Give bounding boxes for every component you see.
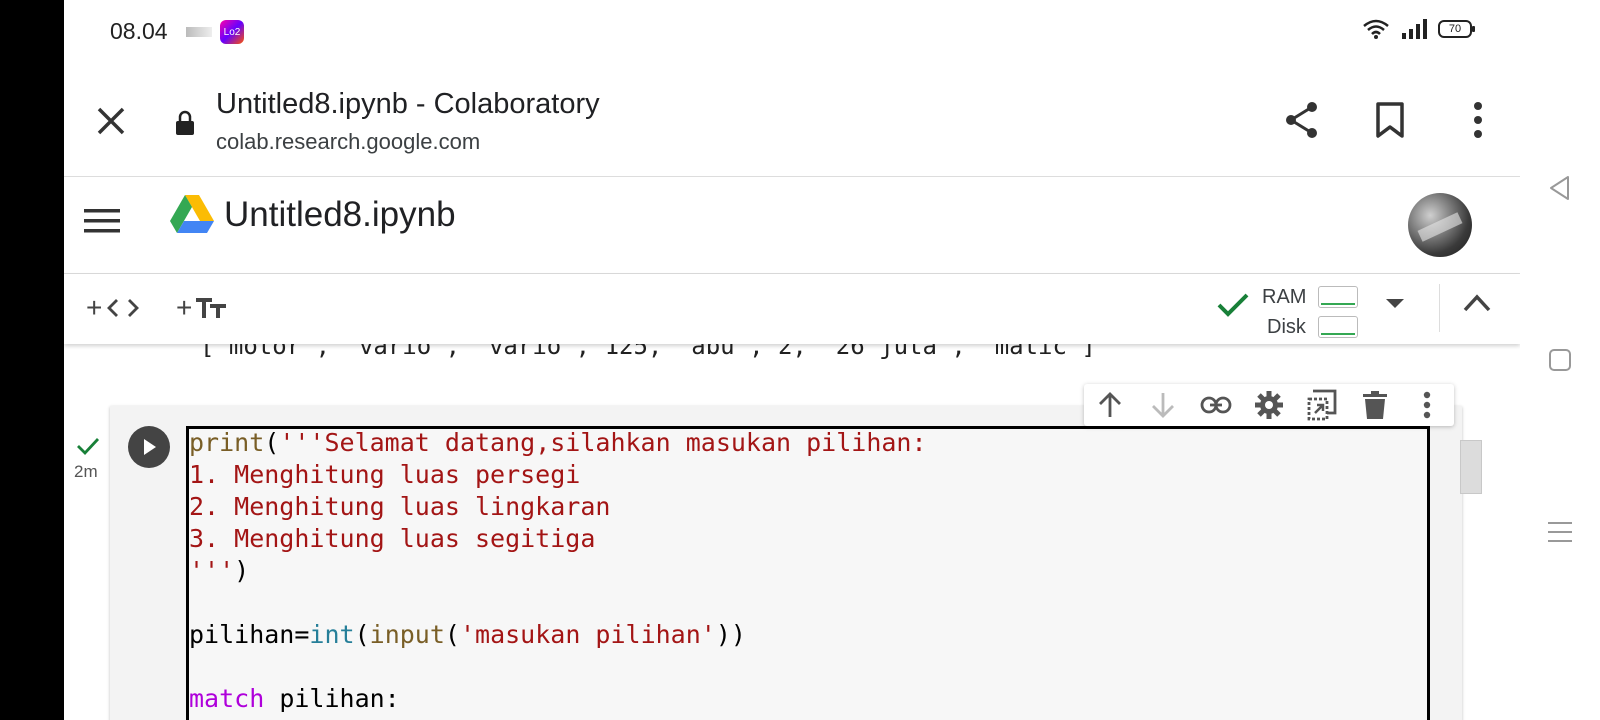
code-line: 3. Menghitung luas segitiga (189, 524, 596, 553)
code-token: )) (715, 620, 746, 649)
play-icon (144, 439, 156, 455)
add-icon: + (176, 292, 193, 323)
code-token: ''' (189, 556, 235, 585)
move-down-button[interactable] (1145, 387, 1181, 423)
code-token: ( (264, 428, 280, 457)
add-icon: + (86, 292, 103, 323)
nav-back-button[interactable] (1544, 172, 1576, 204)
toolbar-divider (1439, 284, 1440, 332)
code-token: '''Selamat datang,silahkan masukan pilih… (279, 428, 927, 457)
code-line: 2. Menghitung luas lingkaran (189, 492, 611, 521)
code-token: pilihan: (264, 684, 400, 713)
status-bar: 08.04 Lo2 70 (64, 0, 1520, 64)
code-token: ( (444, 620, 460, 649)
code-icon (107, 299, 140, 317)
recents-lines-icon (1548, 522, 1572, 542)
nav-home-button[interactable] (1544, 344, 1576, 376)
colab-app-bar: Untitled8.ipynb (64, 177, 1520, 274)
menu-icon (84, 209, 120, 233)
share-button[interactable] (1280, 98, 1324, 142)
add-code-cell-button[interactable]: + (86, 288, 140, 328)
more-vert-icon (1474, 102, 1482, 138)
code-text: print('''Selamat datang,silahkan masukan… (189, 427, 927, 715)
ram-label: RAM (1262, 286, 1307, 308)
lock-icon (176, 110, 194, 135)
mirror-cell-icon (1307, 389, 1337, 421)
collapse-header-icon[interactable] (1462, 292, 1492, 314)
link-icon (1200, 396, 1232, 414)
notebook-title[interactable]: Untitled8.ipynb (224, 195, 456, 235)
cell-settings-button[interactable] (1251, 387, 1287, 423)
lazada-app-icon: Lo2 (220, 20, 244, 44)
add-text-cell-button[interactable]: + (176, 288, 227, 328)
browser-url-bar: Untitled8.ipynb - Colaboratory colab.res… (64, 64, 1520, 177)
cell-toolbar (1084, 384, 1454, 426)
notification-app-icon (186, 27, 212, 37)
code-token: ( (354, 620, 370, 649)
run-cell-button[interactable] (128, 426, 170, 468)
code-editor[interactable]: print('''Selamat datang,silahkan masukan… (186, 426, 1430, 720)
vertical-scrollbar[interactable] (1460, 440, 1482, 494)
browser-page-title[interactable]: Untitled8.ipynb - Colaboratory (216, 88, 600, 121)
disk-label: Disk (1267, 316, 1306, 338)
browser-actions (1280, 98, 1500, 142)
copy-link-button[interactable] (1198, 387, 1234, 423)
disk-usage-bar[interactable] (1318, 316, 1358, 338)
code-token: print (189, 428, 265, 457)
close-icon (97, 107, 125, 135)
code-token: 'masukan pilihan' (459, 620, 716, 649)
status-icons: 70 (1362, 18, 1475, 40)
main-menu-button[interactable] (82, 201, 122, 241)
close-tab-button[interactable] (90, 100, 132, 142)
status-time: 08.04 (110, 18, 168, 44)
back-triangle-icon (1550, 176, 1569, 200)
bookmark-icon (1376, 102, 1404, 138)
connected-check-icon (1217, 293, 1249, 317)
delete-cell-button[interactable] (1357, 387, 1393, 423)
mirror-cell-button[interactable] (1304, 387, 1340, 423)
signal-icon (1402, 19, 1427, 39)
code-token: pilihan= (189, 620, 310, 649)
arrow-up-icon (1099, 392, 1122, 417)
system-navigation-bar (1520, 0, 1600, 720)
battery-icon: 70 (1438, 20, 1475, 38)
execution-time: 2m (74, 462, 98, 481)
more-vert-icon (1424, 391, 1431, 419)
browser-url-host[interactable]: colab.research.google.com (216, 129, 480, 155)
code-token: int (309, 620, 355, 649)
google-drive-icon (170, 195, 214, 233)
move-up-button[interactable] (1092, 387, 1128, 423)
code-token: input (369, 620, 445, 649)
browser-menu-button[interactable] (1456, 98, 1500, 142)
home-square-icon (1549, 349, 1571, 371)
cell-more-button[interactable] (1409, 387, 1445, 423)
nav-recents-button[interactable] (1544, 516, 1576, 548)
arrow-down-icon (1152, 393, 1175, 418)
trash-icon (1362, 391, 1387, 419)
code-token: ) (234, 556, 250, 585)
phone-screen: 08.04 Lo2 70 Untitled8.ipynb - Colaborat… (64, 0, 1520, 720)
wifi-icon (1363, 19, 1389, 39)
text-format-icon (196, 298, 227, 318)
code-token: match (189, 684, 265, 713)
runtime-dropdown-icon[interactable] (1384, 296, 1406, 310)
execution-success-icon (76, 436, 100, 462)
notebook-content: ['motor', 'vario', 'vario', 125, 'abu', … (64, 332, 1520, 720)
bookmark-button[interactable] (1368, 98, 1412, 142)
share-icon (1286, 102, 1317, 138)
code-line: 1. Menghitung luas persegi (189, 460, 581, 489)
notification-icons: Lo2 (186, 20, 244, 44)
code-cell[interactable]: print('''Selamat datang,silahkan masukan… (110, 406, 1462, 720)
account-avatar[interactable] (1408, 193, 1472, 257)
ram-usage-bar[interactable] (1318, 286, 1358, 308)
gear-icon (1254, 391, 1283, 419)
notebook-toolbar: + + RAM Disk (64, 274, 1520, 344)
